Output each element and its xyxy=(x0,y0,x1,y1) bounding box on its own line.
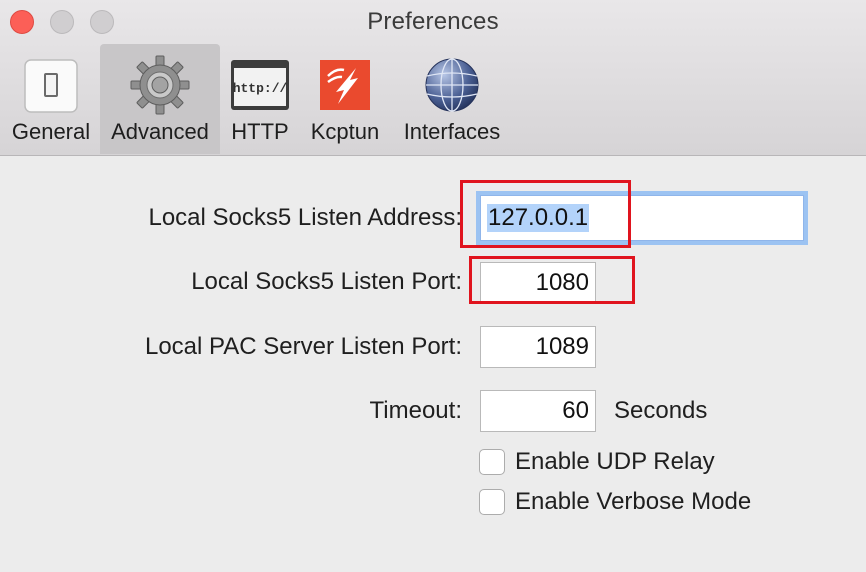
tab-interfaces-label: Interfaces xyxy=(403,119,501,144)
tab-general-label: General xyxy=(11,119,91,144)
tab-interfaces[interactable]: Interfaces xyxy=(394,44,510,154)
preferences-window: Preferences General Advanced http:// HTT… xyxy=(0,0,866,572)
globe-network-icon xyxy=(421,54,483,116)
tab-http[interactable]: http:// HTTP xyxy=(224,44,296,154)
gear-icon xyxy=(129,54,191,116)
svg-text:http://: http:// xyxy=(233,81,288,96)
timeout-value: 60 xyxy=(562,397,589,424)
verbose-mode-label[interactable]: Enable Verbose Mode xyxy=(515,488,751,516)
kcptun-lightning-icon xyxy=(314,54,376,116)
udp-relay-checkbox[interactable] xyxy=(479,449,505,475)
tab-http-label: HTTP xyxy=(231,119,289,144)
udp-relay-label[interactable]: Enable UDP Relay xyxy=(515,448,715,476)
tab-advanced[interactable]: Advanced xyxy=(100,44,220,154)
socks5-port-label: Local Socks5 Listen Port: xyxy=(191,268,462,295)
timeout-label: Timeout: xyxy=(369,397,462,424)
toggle-switch-icon xyxy=(20,54,82,116)
socks5-address-label: Local Socks5 Listen Address: xyxy=(148,204,462,231)
tab-advanced-label: Advanced xyxy=(111,119,209,144)
tab-kcptun-label: Kcptun xyxy=(310,119,380,144)
annotation-box-address xyxy=(460,180,631,248)
http-browser-icon: http:// xyxy=(229,54,291,116)
pac-port-input[interactable]: 1089 xyxy=(480,326,596,368)
verbose-mode-checkbox[interactable] xyxy=(479,489,505,515)
tab-general[interactable]: General xyxy=(2,44,100,154)
titlebar-toolbar: Preferences General Advanced http:// HTT… xyxy=(0,0,866,156)
timeout-input[interactable]: 60 xyxy=(480,390,596,432)
window-title: Preferences xyxy=(367,8,499,35)
annotation-box-port xyxy=(469,256,635,304)
pac-port-label: Local PAC Server Listen Port: xyxy=(144,333,462,360)
timeout-unit-label: Seconds xyxy=(614,397,708,424)
pac-port-value: 1089 xyxy=(535,333,589,360)
tab-kcptun[interactable]: Kcptun xyxy=(302,44,388,154)
